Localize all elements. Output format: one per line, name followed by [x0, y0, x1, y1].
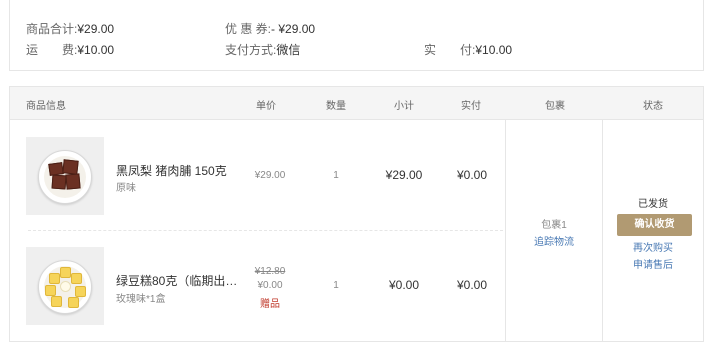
package-label: 包裹1: [541, 220, 567, 231]
goods-total-value: ¥29.00: [77, 22, 115, 36]
coupon-value: - ¥29.00: [271, 22, 316, 36]
rebuy-link[interactable]: 再次购买: [603, 239, 703, 254]
pork-jerky-plate-icon: [38, 150, 92, 204]
product-image[interactable]: [26, 137, 104, 215]
header-status: 状态: [643, 101, 663, 112]
column-divider: [602, 120, 603, 341]
coupon: 优 惠 券:- ¥29.00: [225, 20, 315, 37]
order-summary: 商品合计:¥29.00 优 惠 券:- ¥29.00 运 费:¥10.00 支付…: [9, 0, 704, 71]
paid-value: ¥0.00: [456, 168, 488, 182]
payment-method-value: 微信: [276, 43, 301, 57]
track-logistics-link[interactable]: 追踪物流: [506, 233, 602, 248]
product-divider: [28, 230, 503, 231]
goods-total: 商品合计:¥29.00: [26, 20, 114, 37]
original-price: ¥12.80: [254, 266, 286, 277]
unit-price: ¥0.00: [257, 280, 283, 291]
table-header: 商品信息 单价 数量 小计 实付 包裹 状态: [10, 87, 703, 120]
product-spec: 原味: [116, 183, 136, 194]
after-sale-link[interactable]: 申请售后: [603, 256, 703, 271]
header-unit-price: 单价: [256, 101, 276, 112]
unit-price: ¥29.00: [254, 170, 286, 181]
shipping-value: ¥10.00: [77, 43, 115, 57]
product-name[interactable]: 黑凤梨 猪肉脯 150克: [116, 162, 227, 179]
goods-total-label: 商品合计:: [26, 22, 78, 36]
product-image[interactable]: [26, 247, 104, 325]
paid-value: ¥0.00: [456, 278, 488, 292]
header-paid: 实付: [461, 101, 481, 112]
header-quantity: 数量: [326, 101, 346, 112]
subtotal: ¥29.00: [385, 168, 423, 182]
subtotal: ¥0.00: [388, 278, 420, 292]
confirm-receipt-button[interactable]: 确认收货: [617, 214, 692, 236]
order-table: 商品信息 单价 数量 小计 实付 包裹 状态 黑凤梨 猪肉脯 150克 原味 ¥…: [9, 86, 704, 342]
product-name[interactable]: 绿豆糕80克（临期出…: [116, 272, 237, 289]
paid-value: ¥10.00: [475, 43, 513, 57]
order-status: 已发货: [638, 199, 668, 210]
mung-bean-cake-plate-icon: [38, 260, 92, 314]
shipping-label: 运 费:: [26, 43, 78, 57]
quantity: 1: [333, 170, 339, 181]
gift-badge: 赠品: [260, 299, 280, 310]
shipping-fee: 运 费:¥10.00: [26, 41, 114, 58]
header-subtotal: 小计: [394, 101, 414, 112]
quantity: 1: [333, 280, 339, 291]
paid-label: 实 付:: [424, 43, 476, 57]
product-spec: 玫瑰味*1盒: [116, 294, 166, 305]
header-product-info: 商品信息: [26, 101, 66, 112]
paid-amount: 实 付:¥10.00: [424, 41, 512, 58]
coupon-label: 优 惠 券:: [225, 22, 272, 36]
payment-method-label: 支付方式:: [225, 43, 277, 57]
header-package: 包裹: [545, 101, 565, 112]
payment-method: 支付方式:微信: [225, 41, 300, 58]
